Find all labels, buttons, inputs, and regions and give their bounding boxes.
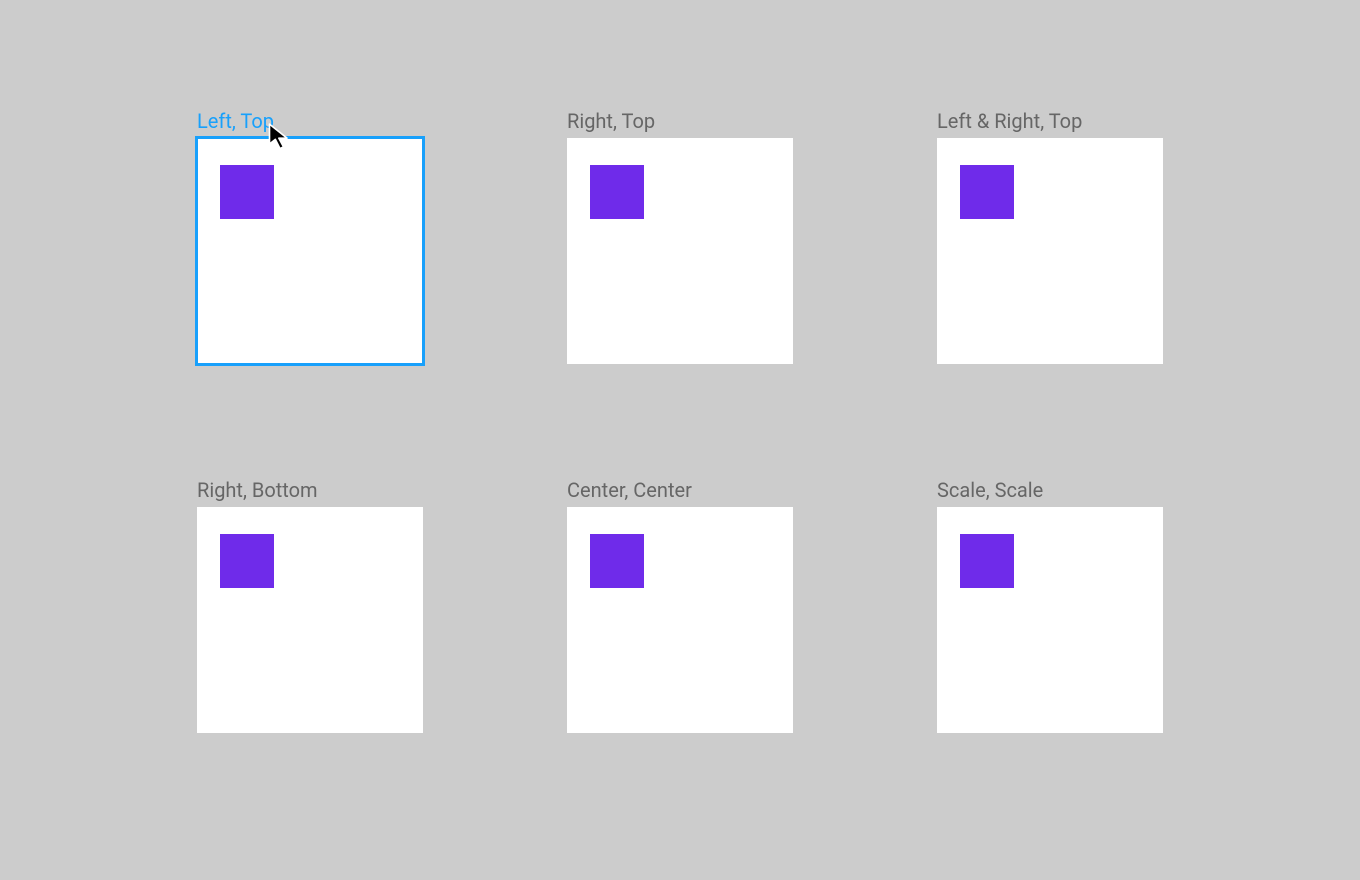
frame-label: Center, Center	[567, 477, 793, 503]
frame-canvas[interactable]	[937, 507, 1163, 733]
frame-cell-left-top[interactable]: Left, Top	[197, 108, 423, 364]
frame-cell-right-bottom[interactable]: Right, Bottom	[197, 477, 423, 733]
shape-rectangle[interactable]	[960, 534, 1014, 588]
frame-canvas[interactable]	[197, 507, 423, 733]
frame-canvas[interactable]	[567, 507, 793, 733]
frame-cell-center-center[interactable]: Center, Center	[567, 477, 793, 733]
frame-canvas[interactable]	[197, 138, 423, 364]
frame-label: Right, Bottom	[197, 477, 423, 503]
frame-label: Left, Top	[197, 108, 423, 134]
shape-rectangle[interactable]	[590, 534, 644, 588]
frame-cell-right-top[interactable]: Right, Top	[567, 108, 793, 364]
frame-cell-scale-scale[interactable]: Scale, Scale	[937, 477, 1163, 733]
frame-cell-left-right-top[interactable]: Left & Right, Top	[937, 108, 1163, 364]
frame-canvas[interactable]	[567, 138, 793, 364]
shape-rectangle[interactable]	[220, 534, 274, 588]
frame-label: Scale, Scale	[937, 477, 1163, 503]
shape-rectangle[interactable]	[960, 165, 1014, 219]
shape-rectangle[interactable]	[590, 165, 644, 219]
frames-grid: Left, Top Right, Top Left & Right, Top R…	[197, 108, 1163, 733]
frame-label: Left & Right, Top	[937, 108, 1163, 134]
frame-canvas[interactable]	[937, 138, 1163, 364]
shape-rectangle[interactable]	[220, 165, 274, 219]
frame-label: Right, Top	[567, 108, 793, 134]
